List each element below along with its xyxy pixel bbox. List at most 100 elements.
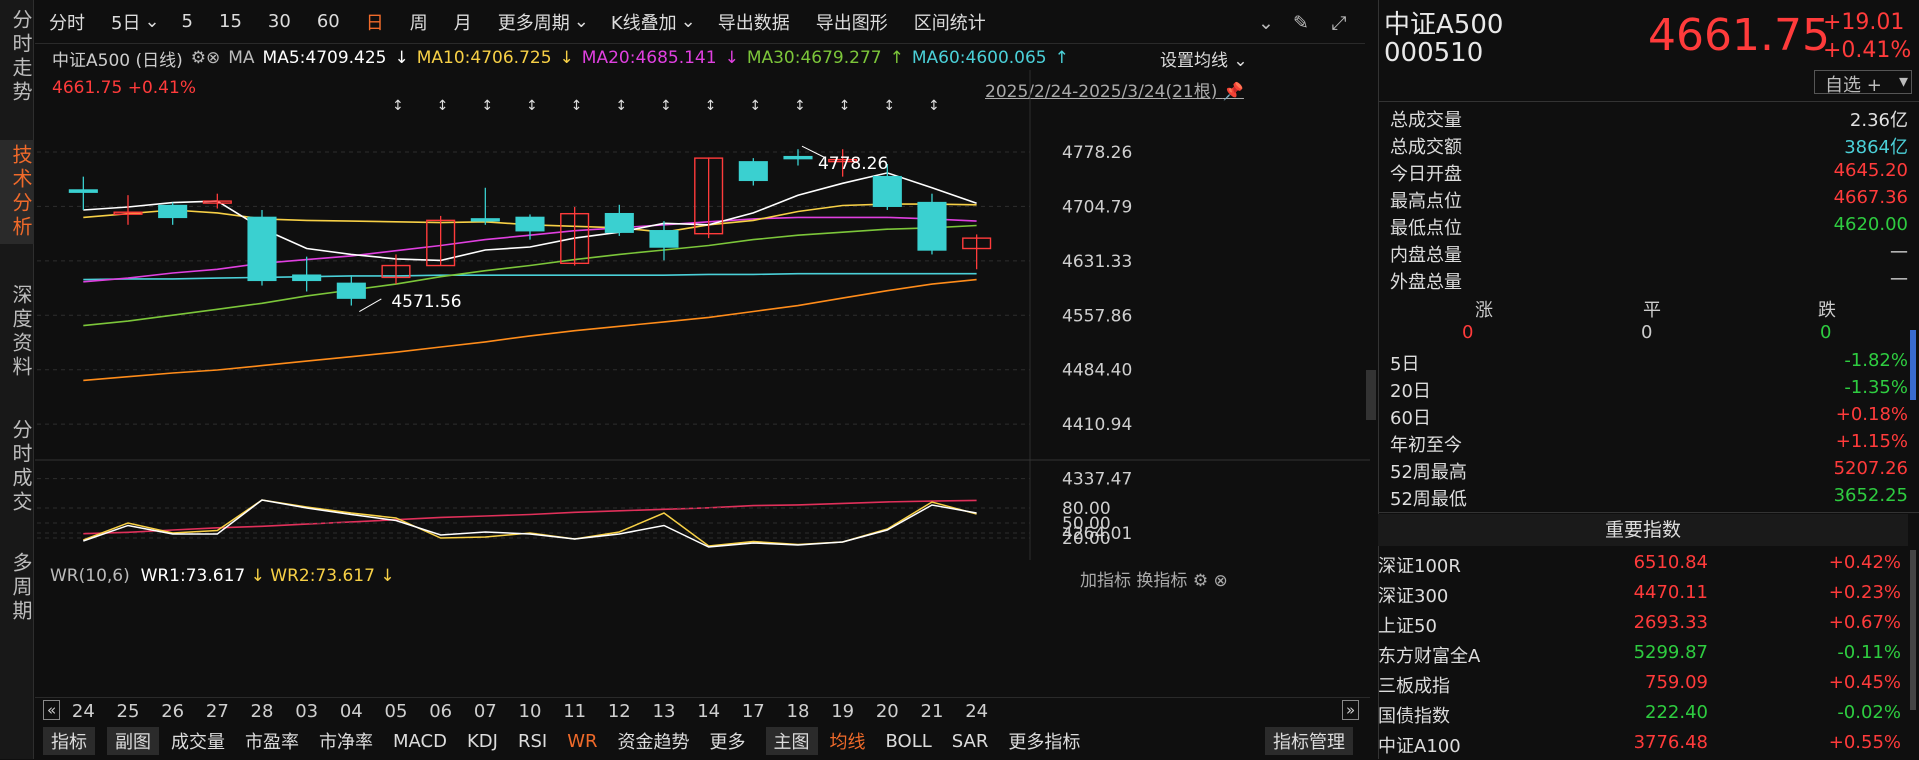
index-row[interactable]: 中证A100 3776.48 +0.55% <box>1378 730 1903 760</box>
period-tab[interactable]: 导出图形 <box>816 9 888 35</box>
indicator-tab[interactable]: 均线 <box>830 728 866 754</box>
left-nav-item[interactable]: 分时走势 <box>0 5 34 109</box>
stat-label: 最低点位 <box>1390 218 1462 239</box>
left-nav-item[interactable]: 多周期 <box>0 548 34 628</box>
indicator-tab[interactable]: 指标 <box>43 727 95 755</box>
left-nav-item[interactable]: 分时成交 <box>0 415 34 519</box>
indicator-tab[interactable]: 市净率 <box>319 728 373 754</box>
stat-value: 4645.20 <box>1833 160 1908 181</box>
arrow-down-icon: ↓ <box>559 48 574 68</box>
period-tab[interactable]: 60 <box>317 11 340 32</box>
x-tick-label: 27 <box>205 701 229 722</box>
flat-count: 0 <box>1641 322 1653 343</box>
index-row[interactable]: 东方财富全A 5299.87 -0.11% <box>1378 640 1903 670</box>
set-ma-button[interactable]: 设置均线 ⌄ <box>1160 46 1248 71</box>
stat-value: — <box>1890 268 1908 289</box>
perf-value: 3652.25 <box>1833 485 1908 506</box>
scroll-right-icon[interactable]: » <box>1342 700 1360 720</box>
indicator-tab[interactable]: RSI <box>518 731 547 752</box>
index-pct: +0.55% <box>1828 732 1901 753</box>
perf-label: 年初至今 <box>1390 435 1462 456</box>
collapse-icon[interactable]: ⌄ <box>1255 12 1277 34</box>
period-tab[interactable]: K线叠加 <box>611 9 677 35</box>
ma60-line <box>83 272 977 281</box>
indicator-tab[interactable]: 成交量 <box>171 728 225 754</box>
indicator-tab[interactable]: 更多指标 <box>1008 728 1080 754</box>
perf-value: +0.18% <box>1835 404 1908 425</box>
last-price: 4661.75 <box>1648 10 1830 61</box>
price-pct: +0.41% <box>1823 38 1912 63</box>
stat-label: 最高点位 <box>1390 191 1462 212</box>
indicator-tab[interactable]: 主图 <box>765 727 818 755</box>
period-tab[interactable]: 导出数据 <box>718 9 790 35</box>
panel-splitter[interactable] <box>1366 370 1376 420</box>
double-arrow-icon: ↕ <box>481 98 493 114</box>
dropdown-icon[interactable]: ▾ <box>1899 71 1908 92</box>
period-tab[interactable]: 周 <box>410 9 428 35</box>
x-tick-label: 20 <box>875 701 899 722</box>
draw-pen-icon[interactable]: ✎ <box>1290 12 1312 34</box>
x-tick-label: 10 <box>518 701 542 722</box>
kline-chart[interactable]: 4778.26 4704.79 4631.33 4557.86 4484.40 4410.… <box>35 70 1370 560</box>
perf-label: 5日 <box>1390 354 1420 375</box>
scrollbar[interactable] <box>1910 330 1916 400</box>
index-name: 深证300 <box>1378 586 1449 607</box>
price-change: +19.01 <box>1823 10 1905 35</box>
indicator-tab[interactable]: 更多 <box>710 728 746 754</box>
up-count: 0 <box>1462 322 1474 343</box>
chevron-down-icon[interactable]: ⌄ <box>681 11 696 32</box>
arrow-down-icon: ↓ <box>724 48 739 68</box>
stat-value: — <box>1890 241 1908 262</box>
indicator-tab[interactable]: SAR <box>952 731 989 752</box>
period-tab[interactable]: 月 <box>454 9 472 35</box>
add-indicator-button[interactable]: 加指标 <box>1080 571 1131 591</box>
index-name: 东方财富全A <box>1378 646 1481 667</box>
index-row[interactable]: 三板成指 759.09 +0.45% <box>1378 670 1903 700</box>
indicator-tab[interactable]: 副图 <box>107 727 159 755</box>
indicator-tab[interactable]: 资金趋势 <box>618 728 690 754</box>
chevron-down-icon[interactable]: ⌄ <box>574 11 589 32</box>
switch-indicator-button[interactable]: 换指标 <box>1136 571 1187 591</box>
period-tab[interactable]: 5 <box>182 11 193 32</box>
indicator-tab[interactable]: BOLL <box>886 731 932 752</box>
stat-label: 今日开盘 <box>1390 164 1462 185</box>
candle-body <box>336 282 366 299</box>
period-tab[interactable]: 30 <box>268 11 291 32</box>
period-tab[interactable]: 日 <box>366 9 384 35</box>
double-arrow-icon: ↕ <box>839 98 851 114</box>
index-row[interactable]: 上证50 2693.33 +0.67% <box>1378 610 1903 640</box>
index-row[interactable]: 深证300 4470.11 +0.23% <box>1378 580 1903 610</box>
chevron-down-icon[interactable]: ⌄ <box>144 11 159 32</box>
x-tick-label: 17 <box>741 701 765 722</box>
x-tick-label: 24 <box>965 701 989 722</box>
indicator-tab[interactable]: MACD <box>393 731 447 752</box>
left-nav-item[interactable]: 技术分析 <box>0 140 34 244</box>
indicator-manage-button[interactable]: 指标管理 <box>1265 727 1353 755</box>
period-tab[interactable]: 分时 <box>49 9 85 35</box>
period-tab[interactable]: 5日 <box>111 9 140 35</box>
perf-row: 60日 +0.18% <box>1390 404 1908 430</box>
perf-value: -1.82% <box>1844 350 1908 371</box>
indicator-tab[interactable]: WR <box>567 731 597 752</box>
period-tab[interactable]: 更多周期 <box>498 9 570 35</box>
indicator-tab[interactable]: 市盈率 <box>245 728 299 754</box>
scrollbar[interactable] <box>1910 550 1916 710</box>
period-tab[interactable]: 区间统计 <box>914 9 986 35</box>
stat-row: 总成交量 2.36亿 <box>1390 106 1908 132</box>
x-tick-label: 05 <box>384 701 408 722</box>
settings-icon[interactable]: ⚙ <box>1193 571 1208 591</box>
settings-icon[interactable]: ⚙⊗ <box>191 48 220 68</box>
indicator-tab[interactable]: KDJ <box>467 731 498 752</box>
left-nav-item[interactable]: 深度资料 <box>0 280 34 384</box>
period-tab[interactable]: 15 <box>219 11 242 32</box>
index-row[interactable]: 深证100R 6510.84 +0.42% <box>1378 550 1903 580</box>
scroll-left-icon[interactable]: « <box>43 700 61 720</box>
watchlist-button[interactable]: 自选 + ▾ <box>1814 70 1912 96</box>
close-icon[interactable]: ⊗ <box>1213 571 1227 591</box>
perf-row: 20日 -1.35% <box>1390 377 1908 403</box>
fullscreen-icon[interactable]: ⤢ <box>1328 12 1350 34</box>
index-pct: +0.45% <box>1828 672 1901 693</box>
down-count: 0 <box>1820 322 1832 343</box>
perf-label: 52周最高 <box>1390 462 1467 483</box>
index-row[interactable]: 国债指数 222.40 -0.02% <box>1378 700 1903 730</box>
